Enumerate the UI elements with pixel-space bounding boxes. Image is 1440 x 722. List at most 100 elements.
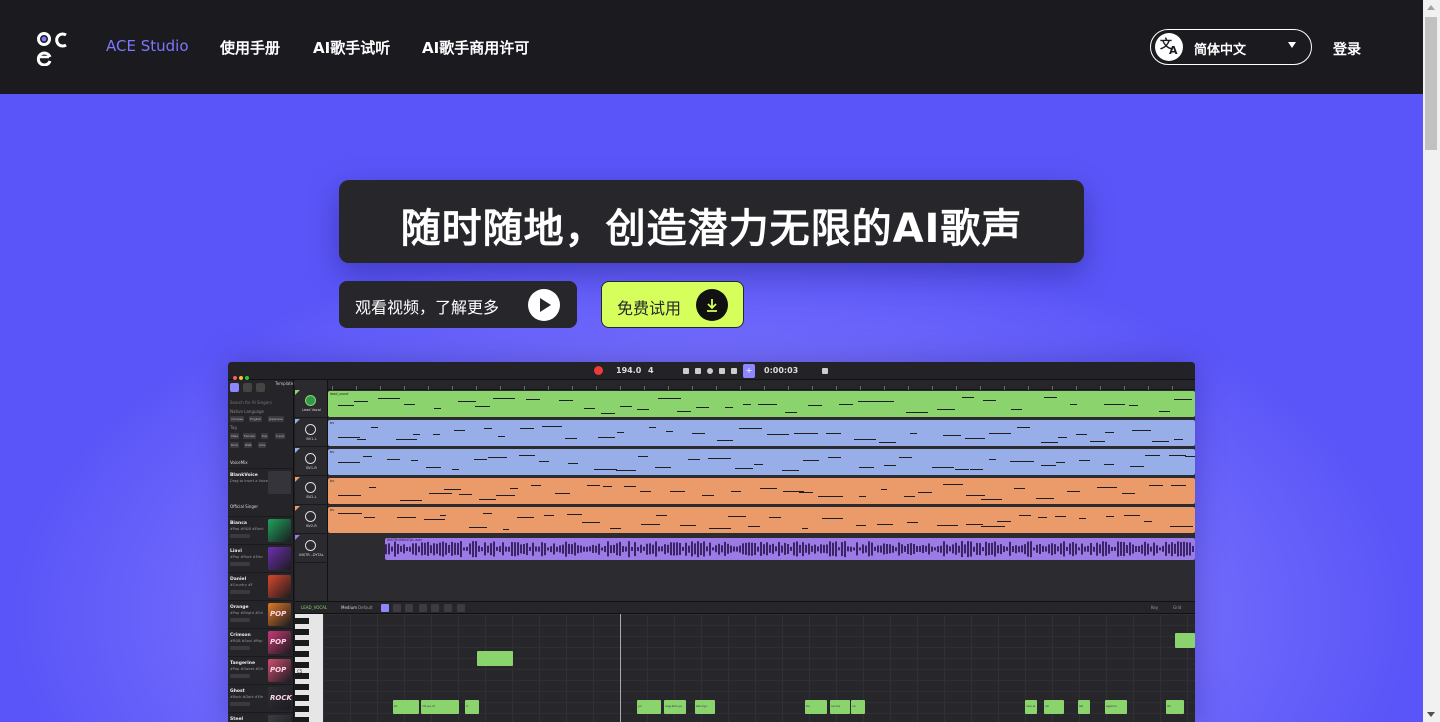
instrumental-waveform-clip[interactable]: INSTRUMENTAL.wav <box>385 538 1195 560</box>
track-header[interactable]: BV2-R <box>295 506 328 534</box>
waveform-bar <box>622 546 624 552</box>
waveform-bar <box>421 542 423 556</box>
lyric-note[interactable]: bo <box>805 700 827 714</box>
singer-avatar-label: ROCK <box>270 694 292 702</box>
track-header[interactable]: INSTR...DYTAL <box>295 535 328 563</box>
scrollbar-thumb[interactable] <box>1425 17 1437 150</box>
track-header[interactable]: Lead Vocal <box>295 390 328 418</box>
time-display: 0:00:03 <box>764 366 799 375</box>
waveform-bar <box>796 541 798 557</box>
license-tag <box>230 674 250 678</box>
singer-item[interactable]: Steel#Rock #Pop #PowROCK <box>228 712 294 722</box>
midi-note <box>378 398 401 400</box>
watch-video-button[interactable]: 观看视频，了解更多 <box>339 281 577 328</box>
add-icon: + <box>743 364 755 378</box>
language-select[interactable]: 文 A 简体中文 <box>1150 29 1312 65</box>
ruler-tick <box>1052 386 1053 390</box>
singer-item[interactable]: Daniel #Country #F <box>228 572 294 600</box>
selected-note[interactable] <box>477 651 513 666</box>
waveform-bar <box>751 542 753 556</box>
note-grid: ko chi-yo-id ri yo nag-kimi-ju kan-tyo bo ra-ma… <box>323 614 1195 722</box>
edge-note[interactable] <box>1175 633 1195 648</box>
track-header[interactable]: BV1-R <box>295 448 328 476</box>
timeline-ruler <box>328 380 1195 390</box>
ace-logo[interactable] <box>36 30 72 66</box>
singer-panel: Template Project Search for AI Singers N… <box>228 380 308 722</box>
waveform-bar <box>625 546 627 552</box>
lyric-note[interactable]: nag-kimi-ju <box>664 700 686 714</box>
login-link[interactable]: 登录 <box>1333 39 1361 59</box>
midi-note <box>989 458 997 460</box>
free-trial-button[interactable]: 免费试用 <box>601 281 744 328</box>
app-screenshot: 194.0 4 + 0:00:03 Template Project Searc… <box>228 362 1195 722</box>
ruler-tick <box>1148 386 1149 390</box>
waveform-bar <box>829 541 831 557</box>
waveform-bar <box>1057 546 1059 552</box>
nav-link-manual[interactable]: 使用手册 <box>220 37 280 58</box>
lyric-note[interactable]: chi-yo-id <box>421 700 459 714</box>
midi-note <box>338 513 362 515</box>
scroll-down-arrow-icon[interactable] <box>1427 712 1435 717</box>
nav-link-commercial-license[interactable]: AI歌手商用许可 <box>422 37 529 58</box>
midi-note <box>983 400 997 402</box>
lyric-note[interactable]: agni-tu <box>1105 700 1127 714</box>
ruler-tick <box>548 386 549 390</box>
midi-note <box>429 493 452 495</box>
waveform-bar <box>715 545 717 553</box>
voicemix-avatar <box>268 471 291 494</box>
lyric-note[interactable]: do <box>1166 700 1184 714</box>
pitch-tool-icon <box>419 604 427 612</box>
track-clip[interactable]: bv <box>328 507 1195 533</box>
playhead[interactable] <box>620 614 621 722</box>
lyric-note[interactable]: ko <box>393 700 419 714</box>
nav-link-ace-studio[interactable]: ACE Studio <box>106 37 189 55</box>
singer-item[interactable]: Liavi #Pop #Rock #Elec <box>228 544 294 572</box>
waveform-bar <box>757 546 759 552</box>
lyric-note[interactable]: kan-tyo <box>695 700 715 714</box>
waveform-bar <box>640 544 642 554</box>
track-header[interactable]: BV1-L <box>295 419 328 447</box>
midi-note <box>855 525 866 527</box>
lyric-note[interactable]: ri <box>465 700 479 714</box>
page-scrollbar[interactable] <box>1423 0 1440 722</box>
waveform-bar <box>811 545 813 553</box>
waveform-bar <box>1099 544 1101 554</box>
midi-note <box>1090 441 1106 443</box>
track-clip[interactable]: bv <box>328 420 1195 446</box>
midi-note <box>488 457 508 459</box>
lyric-note[interactable]: ra-ma <box>830 700 850 714</box>
track-header[interactable]: BV2-L <box>295 477 328 505</box>
midi-note <box>338 461 361 463</box>
waveform-bar <box>664 544 666 554</box>
track-clip[interactable]: bv <box>328 478 1195 504</box>
lyric-note[interactable]: ca <box>851 700 865 714</box>
ruler-tick <box>524 386 525 390</box>
lyric-note[interactable]: yo <box>637 700 661 714</box>
singer-item[interactable]: Crimson #R&B #Soul #Pop POP <box>228 628 294 656</box>
midi-note <box>354 400 369 402</box>
singer-item[interactable]: Tangerine #Pop #Sweet #Gir POP <box>228 656 294 684</box>
vibrato-tool-icon <box>431 604 439 612</box>
chip-rnb: R&B <box>244 442 253 448</box>
midi-note <box>609 528 622 530</box>
midi-note <box>397 516 417 518</box>
track-clip[interactable]: lead_vocal <box>328 391 1195 417</box>
nav-link-singer-audition[interactable]: AI歌手试听 <box>313 37 390 58</box>
waveform-bar <box>868 541 870 557</box>
waveform-bar <box>574 542 576 556</box>
singer-item[interactable]: Orange #Pop #Bright #Gir POP <box>228 600 294 628</box>
scroll-up-arrow-icon[interactable] <box>1427 5 1435 10</box>
waveform-bar <box>997 545 999 553</box>
midi-note <box>648 427 656 429</box>
lyric-note[interactable]: na <box>1044 700 1064 714</box>
singer-avatar: ROCK <box>268 687 292 710</box>
waveform-bar <box>508 546 510 552</box>
lyric-note[interactable]: nan-w <box>1025 700 1037 714</box>
waveform-bar <box>538 546 540 552</box>
singer-item[interactable]: Bianca #Pop #R&B #Elect <box>228 516 294 544</box>
track-clip[interactable]: bv <box>328 449 1195 475</box>
track-label: BV1-L <box>306 437 317 441</box>
clip-title: bv <box>330 421 335 425</box>
lyric-note[interactable]: lat <box>1078 700 1090 714</box>
singer-item[interactable]: Ghost #Rock #Dark #Ele ROCK <box>228 684 294 712</box>
